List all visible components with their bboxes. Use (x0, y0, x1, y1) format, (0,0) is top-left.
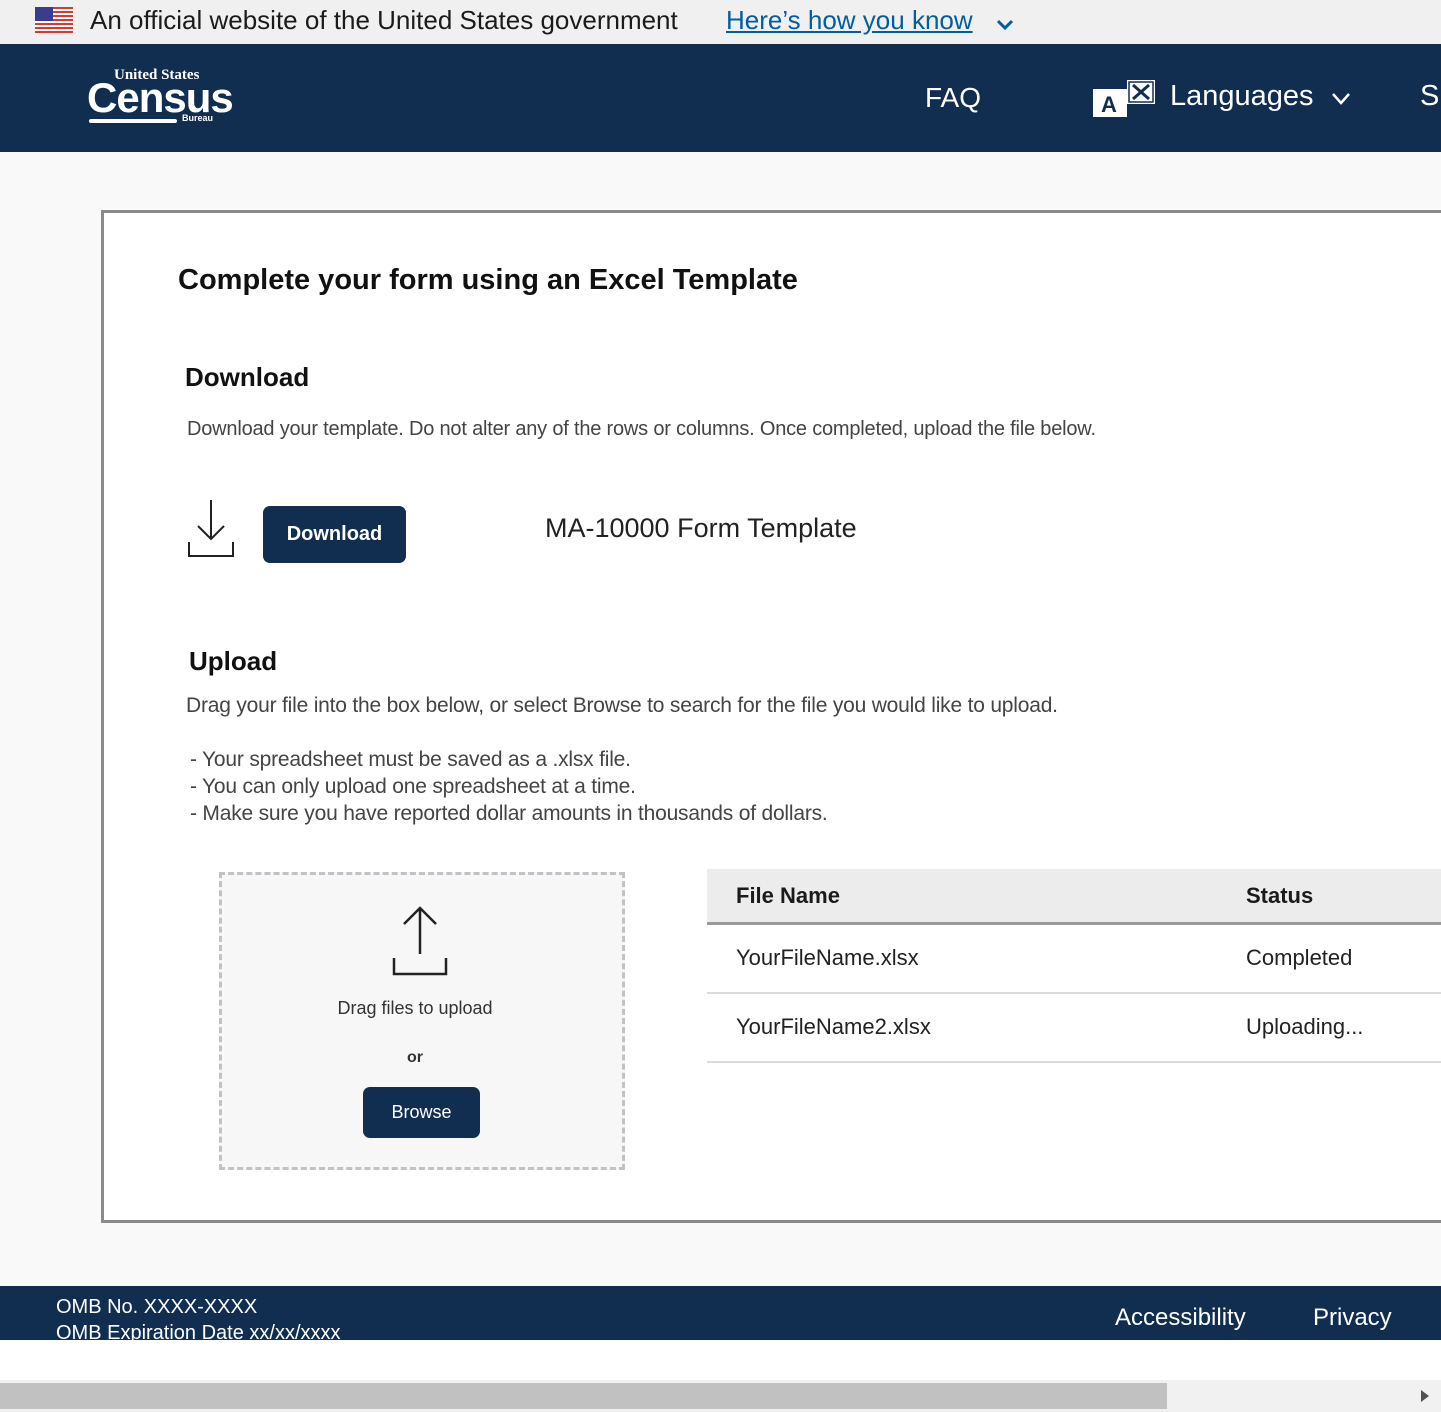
heres-how-you-know-link[interactable]: Here’s how you know (726, 5, 973, 36)
footer-link-accessibility[interactable]: Accessibility (1115, 1304, 1246, 1332)
file-name-cell: YourFileName.xlsx (736, 945, 919, 970)
nav-languages[interactable]: Languages (1170, 80, 1314, 113)
status-cell: Uploading... (1246, 1014, 1364, 1039)
requirement-item: - You can only upload one spreadsheet at… (190, 775, 636, 798)
requirement-item: - Your spreadsheet must be saved as a .x… (190, 748, 631, 771)
download-description: Download your template. Do not alter any… (187, 418, 1096, 440)
site-footer: OMB No. XXXX-XXXX OMB Expiration Date xx… (0, 1286, 1441, 1340)
omb-number: OMB No. XXXX-XXXX (56, 1296, 258, 1318)
omb-expiration: OMB Expiration Date xx/xx/xxxx (56, 1322, 341, 1340)
census-logo[interactable]: United States Census Bureau (86, 64, 234, 130)
gov-banner: An official website of the United States… (0, 0, 1441, 44)
chevron-down-icon[interactable] (1330, 87, 1352, 109)
logo-underline (89, 119, 177, 123)
uploaded-files-table: File Name Status YourFileName.xlsx Compl… (707, 869, 1441, 1063)
us-flag-icon (35, 7, 73, 33)
requirement-item: - Make sure you have reported dollar amo… (190, 802, 828, 825)
dropzone-or: or (407, 1049, 423, 1066)
dropzone-text: Drag files to upload (337, 998, 493, 1018)
upload-description: Drag your file into the box below, or se… (186, 694, 1058, 717)
scroll-right-arrow-icon[interactable] (1419, 1389, 1431, 1403)
horizontal-scrollbar[interactable] (0, 1380, 1441, 1412)
download-heading: Download (185, 362, 310, 392)
translate-icon: A (1093, 80, 1155, 117)
nav-faq[interactable]: FAQ (925, 82, 981, 114)
table-row: YourFileName.xlsx Completed (707, 925, 1441, 994)
upload-heading: Upload (189, 646, 278, 676)
table-header: File Name Status (707, 869, 1441, 925)
browse-button[interactable]: Browse (363, 1087, 480, 1138)
status-cell: Completed (1246, 945, 1353, 970)
file-name-cell: YourFileName2.xlsx (736, 1014, 931, 1039)
page-title: Complete your form using an Excel Templa… (178, 264, 798, 296)
upload-requirements: - Your spreadsheet must be saved as a .x… (190, 746, 828, 827)
site-header: United States Census Bureau FAQ A Langua… (0, 44, 1441, 152)
download-icon (188, 500, 234, 557)
column-header-file-name: File Name (736, 883, 840, 908)
svg-text:A: A (1101, 92, 1117, 117)
gov-banner-text: An official website of the United States… (90, 5, 678, 35)
upload-icon (392, 906, 448, 976)
column-header-status: Status (1246, 883, 1314, 908)
table-row: YourFileName2.xlsx Uploading... (707, 994, 1441, 1063)
chevron-down-icon[interactable] (993, 12, 1017, 36)
scrollbar-thumb[interactable] (0, 1383, 1167, 1409)
nav-item-clipped[interactable]: S (1420, 80, 1441, 113)
download-button[interactable]: Download (263, 506, 406, 563)
logo-bureau: Bureau (182, 113, 214, 123)
template-name: MA-10000 Form Template (545, 513, 857, 543)
footer-link-privacy[interactable]: Privacy (1313, 1304, 1392, 1332)
